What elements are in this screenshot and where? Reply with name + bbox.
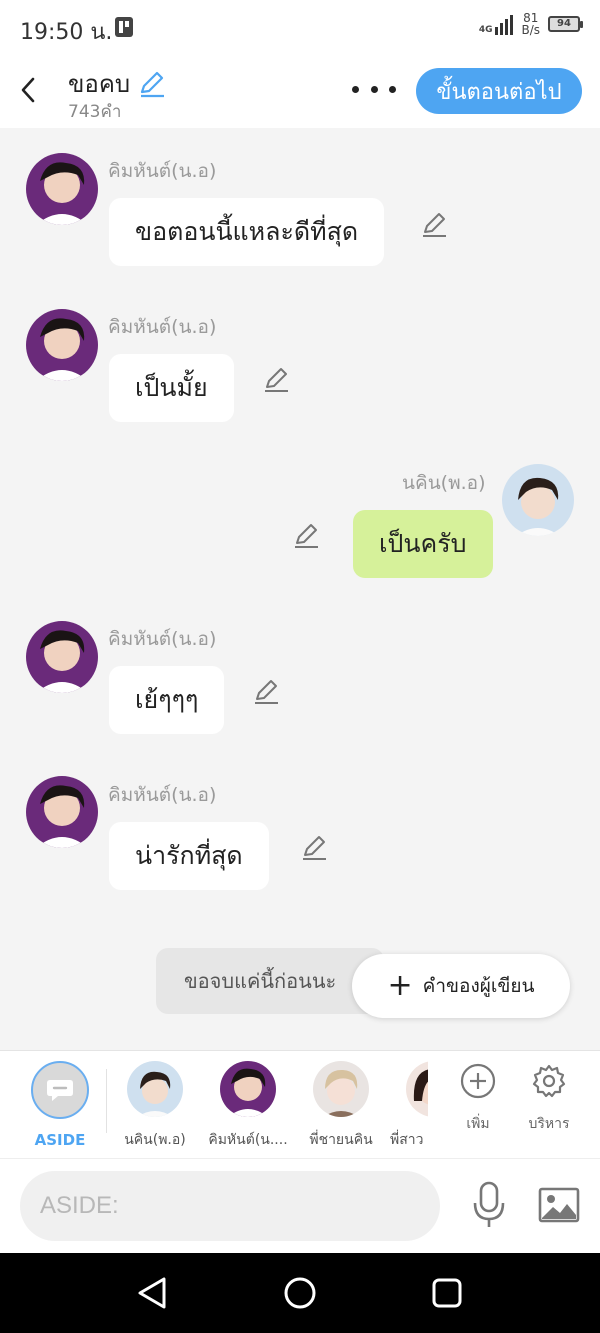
message-input[interactable] — [20, 1171, 440, 1241]
battery-icon: 94 — [548, 16, 583, 32]
edit-message-icon[interactable] — [300, 833, 330, 863]
aside-avatar — [31, 1061, 89, 1119]
dot — [389, 85, 396, 93]
edit-message-icon[interactable] — [292, 521, 322, 551]
plus-icon: + — [387, 968, 413, 1003]
net-speed: 81 B/s — [521, 12, 540, 36]
avatar-kimhan[interactable] — [26, 309, 98, 381]
character-avatar — [127, 1061, 183, 1117]
microphone-icon[interactable] — [470, 1181, 508, 1229]
manage-characters-button[interactable]: บริหาร — [519, 1063, 579, 1135]
divider — [106, 1069, 107, 1133]
back-button[interactable] — [14, 72, 42, 108]
author-note-label: คำของผู้เขียน — [422, 975, 535, 997]
author-note-button[interactable]: + คำของผู้เขียน — [352, 954, 570, 1018]
message-bubble[interactable]: เย้ๆๆๆ — [109, 666, 225, 734]
chevron-left-icon — [21, 77, 35, 103]
add-character-button[interactable]: เพิ่ม — [448, 1063, 508, 1135]
sender-name: คิมหันต์(น.อ) — [108, 784, 217, 806]
character-item[interactable]: นคิน(พ.อ) — [120, 1061, 190, 1151]
more-options-button[interactable] — [352, 78, 396, 100]
sender-name: คิมหันต์(น.อ) — [108, 316, 217, 338]
message-bubble[interactable]: เป็นมั้ย — [109, 354, 234, 422]
status-bar: 19:50 น. 4G 81 B/s 94 — [0, 0, 600, 52]
character-item[interactable]: พี่สาว — [390, 1061, 428, 1151]
edit-message-icon[interactable] — [252, 677, 282, 707]
input-bar — [0, 1158, 600, 1253]
network-type: 4G — [478, 25, 493, 35]
avatar-kimhan[interactable] — [26, 153, 98, 225]
message-bubble[interactable]: น่ารักที่สุด — [109, 822, 269, 890]
character-label: ASIDE — [34, 1131, 86, 1149]
recents-nav-icon[interactable] — [429, 1275, 465, 1311]
edit-message-icon[interactable] — [420, 210, 450, 240]
character-item[interactable]: พี่ชายนคิน — [304, 1061, 378, 1151]
home-nav-icon[interactable] — [282, 1275, 318, 1311]
character-item[interactable]: คิมหันต์(น.... — [204, 1061, 292, 1151]
app-notification-icon — [115, 17, 133, 37]
character-label: นคิน(พ.อ) — [124, 1132, 186, 1148]
character-avatar — [406, 1061, 428, 1117]
app-header: ขอคบ 743คำ ขั้นตอนต่อไป — [0, 52, 600, 128]
net-speed-unit: B/s — [521, 23, 540, 37]
image-icon[interactable] — [538, 1185, 580, 1225]
character-label: พี่ชายนคิน — [309, 1132, 373, 1148]
dot — [352, 85, 359, 93]
character-avatar — [220, 1061, 276, 1117]
add-label: เพิ่ม — [466, 1116, 490, 1132]
signal-icon: 4G — [479, 13, 514, 35]
avatar-kimhan[interactable] — [26, 776, 98, 848]
character-bar: ASIDE นคิน(พ.อ) คิมหันต์(น.... พี่ชายนคิ… — [0, 1050, 600, 1158]
message-bubble[interactable]: เป็นครับ — [353, 510, 493, 578]
word-count: 743คำ — [68, 102, 122, 122]
character-aside[interactable]: ASIDE — [30, 1061, 90, 1149]
edit-title-icon[interactable] — [138, 70, 166, 98]
status-icons: 4G 81 B/s 94 — [479, 12, 583, 36]
dot — [370, 85, 378, 93]
system-nav-bar — [0, 1253, 600, 1333]
sender-name: นคิน(พ.อ) — [402, 472, 486, 494]
chat-area: คิมหันต์(น.อ) ขอตอนนี้แหละดีที่สุด คิมหั… — [0, 128, 600, 1050]
avatar-kimhan[interactable] — [26, 621, 98, 693]
character-label: พี่สาว — [390, 1132, 424, 1148]
character-avatar — [313, 1061, 369, 1117]
edit-message-icon[interactable] — [262, 365, 292, 395]
status-time: 19:50 น. — [20, 20, 113, 45]
avatar-nakin[interactable] — [502, 464, 574, 536]
message-bubble[interactable]: ขอตอนนี้แหละดีที่สุด — [109, 198, 385, 266]
manage-label: บริหาร — [528, 1116, 570, 1132]
plus-circle-icon — [460, 1063, 496, 1099]
aside-message[interactable]: ขอจบแค่นี้ก่อนนะ — [156, 948, 384, 1014]
next-step-button[interactable]: ขั้นตอนต่อไป — [416, 68, 582, 114]
sender-name: คิมหันต์(น.อ) — [108, 628, 217, 650]
back-nav-icon[interactable] — [134, 1275, 170, 1311]
character-label: คิมหันต์(น.... — [208, 1132, 288, 1148]
gear-icon — [532, 1064, 566, 1098]
sender-name: คิมหันต์(น.อ) — [108, 160, 217, 182]
chat-bubble-icon — [47, 1080, 73, 1101]
